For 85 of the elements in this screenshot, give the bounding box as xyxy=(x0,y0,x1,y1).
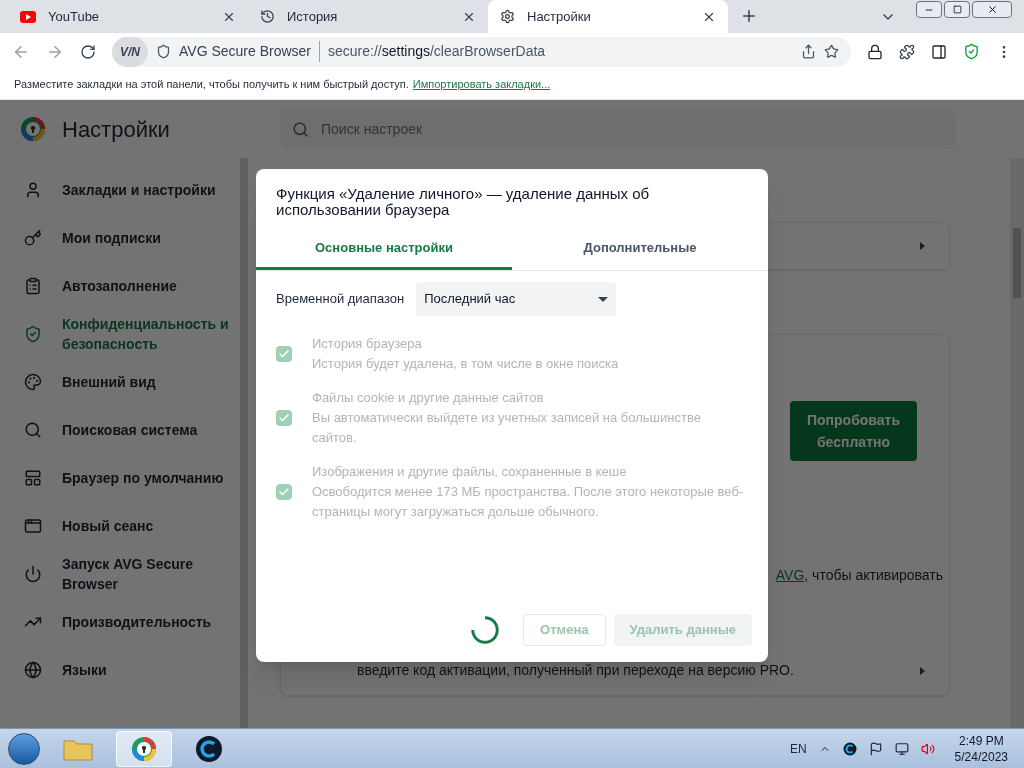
dropdown-arrow-icon xyxy=(598,296,609,302)
option-title: Изображения и другие файлы, сохраненные в кеше xyxy=(312,463,628,481)
maximize-icon xyxy=(952,5,962,14)
power-icon xyxy=(24,565,42,583)
time-range-dropdown[interactable]: Последний час xyxy=(416,282,617,316)
sidebar-item[interactable]: Запуск AVG Secure Browser xyxy=(0,550,240,598)
url-text: secure://settings/clearBrowserData xyxy=(328,42,546,61)
activation-hint: введите код активации, полученный при переходе на версию PRO. xyxy=(357,661,795,680)
network-icon[interactable] xyxy=(894,741,909,756)
browser-logo-icon xyxy=(20,116,46,142)
sidebar-item[interactable]: Внешний вид xyxy=(0,358,240,406)
security-shield-icon[interactable] xyxy=(963,43,980,60)
close-icon xyxy=(986,4,998,15)
video-logo-icon xyxy=(20,10,36,23)
sidebar-item[interactable]: Конфиденциальность и безопасность xyxy=(0,310,240,358)
bookmarks-hint: Разместите закладки на этой панели, чтобы получить к ним быстрый доступ. xyxy=(14,77,409,93)
sidebar-item[interactable]: Производительность xyxy=(0,598,240,646)
layout-icon xyxy=(24,469,42,487)
browser-tab[interactable]: YouTube xyxy=(8,0,248,33)
new-tab-icon[interactable] xyxy=(740,7,758,25)
sidebar-item[interactable]: Мои подписки xyxy=(0,214,240,262)
search-placeholder: Поиск настроек xyxy=(321,119,423,139)
dialog-tab[interactable]: Дополнительные xyxy=(512,228,768,270)
vpn-button[interactable]: V/N xyxy=(112,36,148,67)
palette-icon xyxy=(24,373,42,391)
shield-icon xyxy=(24,325,42,343)
page-title: Настройки xyxy=(62,115,170,144)
shield-icon xyxy=(156,44,171,59)
dialog-tab[interactable]: Основные настройки xyxy=(256,228,512,270)
option-description: Вы автоматически выйдете из учетных записей на большинстве сайтов. xyxy=(312,409,702,447)
flag-icon[interactable] xyxy=(868,741,883,756)
try-free-button[interactable]: Попробовать бесплатно xyxy=(790,401,917,461)
key-icon xyxy=(24,229,42,247)
sidebar-item[interactable]: Поисковая система xyxy=(0,406,240,454)
chevron-icon xyxy=(920,666,925,675)
sidebar-item[interactable]: Языки xyxy=(0,646,240,694)
share-icon[interactable] xyxy=(801,44,816,59)
tab-title: История xyxy=(287,7,339,26)
time-range-label: Временной диапазон xyxy=(276,290,405,309)
tab-title: Настройки xyxy=(527,7,592,26)
settings-icon xyxy=(500,9,515,24)
search-field[interactable]: Поиск настроек xyxy=(280,109,956,149)
browser-tab[interactable]: История xyxy=(248,0,488,33)
tray-app-icon[interactable] xyxy=(842,741,857,756)
option-title: История браузера xyxy=(312,335,423,353)
site-name: AVG Secure Browser xyxy=(179,41,321,62)
start-button[interactable] xyxy=(8,732,40,765)
dialog-title: Функция «Удаление личного» — удаление данных об использовании браузера xyxy=(275,184,651,218)
browser-tab[interactable]: Настройки xyxy=(488,0,728,33)
check-icon xyxy=(278,486,290,498)
option-description: Освободится менее 173 МБ пространства. После этого некоторые веб-страницы могут загружаться дольше обычного. xyxy=(312,483,745,521)
side-panel-icon[interactable] xyxy=(931,43,947,60)
window-icon xyxy=(24,517,42,535)
globe-icon xyxy=(24,661,42,679)
speaker-muted-icon[interactable] xyxy=(920,741,935,756)
person-icon xyxy=(24,181,42,199)
maximize-button[interactable] xyxy=(944,1,970,18)
extensions-icon[interactable] xyxy=(899,43,915,60)
search-icon xyxy=(292,120,309,138)
c-logo-icon xyxy=(195,734,223,763)
reload-icon[interactable] xyxy=(80,43,96,60)
option-title: Файлы cookie и другие данные сайтов xyxy=(312,389,545,407)
sidebar-item[interactable]: Браузер по умолчанию xyxy=(0,454,240,502)
search-icon xyxy=(24,421,42,439)
privacy-icon[interactable] xyxy=(867,43,883,60)
address-bar[interactable]: V/N AVG Secure Browser secure://settings/clearBrowserData xyxy=(112,36,851,67)
clipboard-icon xyxy=(24,277,42,295)
sidebar-item[interactable]: Автозаполнение xyxy=(0,262,240,310)
chevron-icon xyxy=(920,242,925,250)
browser-taskbar-button[interactable] xyxy=(116,730,172,767)
check-icon xyxy=(278,412,290,424)
check-icon xyxy=(278,348,290,360)
bookmark-star-icon[interactable] xyxy=(824,44,839,59)
sidebar-item[interactable]: Новый сеанс xyxy=(0,502,240,550)
language-indicator[interactable]: EN xyxy=(789,739,807,758)
close-window-button[interactable] xyxy=(972,1,1012,18)
minimize-button[interactable] xyxy=(916,1,942,18)
clock[interactable]: 2:49 PM 5/24/2023 xyxy=(946,732,1016,765)
option-description: История будет удалена, в том числе в окне поиска xyxy=(312,355,619,373)
tab-title: YouTube xyxy=(48,7,101,26)
sidebar-item[interactable]: Закладки и настройки xyxy=(0,166,240,214)
history-icon xyxy=(260,9,275,24)
activation-note: , чтобы активировать xyxy=(804,566,943,585)
import-bookmarks-link[interactable]: Импортировать закладки... xyxy=(412,76,551,93)
browser-logo-icon xyxy=(131,735,157,762)
